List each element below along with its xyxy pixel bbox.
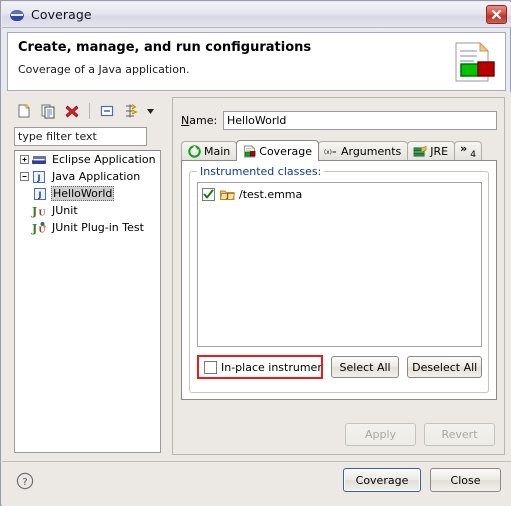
revert-label: Revert bbox=[441, 428, 478, 441]
coverage-doc-icon bbox=[242, 144, 256, 158]
tree-toolbar bbox=[14, 98, 162, 124]
svg-text:J: J bbox=[38, 190, 42, 199]
revert-button[interactable]: Revert bbox=[424, 423, 495, 446]
name-row: Name: bbox=[181, 110, 497, 130]
tree-item-eclipse-application[interactable]: Eclipse Application bbox=[15, 151, 160, 168]
svg-text:?: ? bbox=[22, 477, 27, 488]
tree-item-label: HelloWorld bbox=[51, 186, 115, 201]
tab-overflow-more[interactable]: » 4 bbox=[454, 141, 482, 161]
configurations-tree-panel: Eclipse Application J bbox=[8, 97, 164, 455]
deselect-all-button[interactable]: Deselect All bbox=[407, 356, 482, 378]
tab-main[interactable]: Main bbox=[181, 141, 238, 161]
arguments-xequals-icon: (x)= bbox=[324, 145, 338, 159]
window-title: Coverage bbox=[31, 7, 92, 22]
dialog-body: Eclipse Application J bbox=[2, 92, 511, 506]
configuration-editor-panel: Name: Main bbox=[172, 97, 505, 455]
delete-red-x-icon[interactable] bbox=[62, 101, 82, 121]
coverage-actions-row: In-place instrumentati Select All Desele… bbox=[197, 354, 482, 380]
svg-text:J: J bbox=[31, 205, 37, 218]
page-subtitle: Coverage of a Java application. bbox=[18, 63, 190, 76]
tree-item-label: Eclipse Application bbox=[52, 153, 156, 166]
configurations-tree[interactable]: Eclipse Application J Java Application J… bbox=[14, 150, 161, 453]
select-all-button[interactable]: Select All bbox=[330, 356, 400, 378]
page-title: Create, manage, and run configurations bbox=[18, 40, 312, 55]
expand-plus-icon[interactable] bbox=[18, 151, 31, 168]
tab-label: JRE bbox=[430, 145, 449, 158]
new-document-icon[interactable] bbox=[14, 101, 34, 121]
java-package-folder-icon: J bbox=[219, 186, 235, 202]
footer-buttons: Coverage Close bbox=[343, 468, 501, 492]
tree-item-junit[interactable]: J U JUnit bbox=[15, 202, 160, 219]
svg-text:J: J bbox=[225, 192, 229, 200]
coverage-button[interactable]: Coverage bbox=[343, 468, 421, 492]
tab-label: Coverage bbox=[259, 144, 312, 158]
eclipse-app-icon bbox=[31, 152, 47, 168]
checkbox-checked-icon[interactable] bbox=[202, 187, 215, 201]
main-green-arrow-icon bbox=[187, 145, 201, 159]
tab-arguments[interactable]: (x)= Arguments bbox=[317, 141, 409, 161]
title-bar: Coverage bbox=[2, 2, 511, 28]
tab-label: Arguments bbox=[340, 145, 402, 158]
instrumented-classes-list[interactable]: J /test.emma bbox=[197, 182, 482, 347]
overflow-count: 4 bbox=[470, 149, 476, 160]
tree-item-label: JUnit bbox=[52, 204, 78, 217]
tab-coverage[interactable]: Coverage bbox=[236, 140, 319, 161]
inplace-instrumentation-highlight: In-place instrumentati bbox=[197, 355, 323, 379]
tab-label: Main bbox=[204, 145, 231, 158]
close-icon[interactable] bbox=[486, 5, 507, 24]
tree-item-java-application[interactable]: J Java Application bbox=[15, 168, 160, 185]
svg-text:J: J bbox=[37, 173, 41, 182]
eclipse-icon bbox=[9, 7, 25, 23]
group-title: Instrumented classes: bbox=[197, 165, 325, 178]
coverage-dialog-window: Coverage Create, manage, and run configu… bbox=[0, 0, 511, 506]
close-button[interactable]: Close bbox=[430, 468, 501, 492]
apply-button[interactable]: Apply bbox=[345, 423, 416, 446]
tree-item-label: Java Application bbox=[52, 170, 141, 183]
list-item-label: /test.emma bbox=[239, 187, 303, 201]
tree-item-label: JUnit Plug-in Test bbox=[52, 221, 144, 234]
apply-label: Apply bbox=[364, 428, 397, 441]
name-label: Name: bbox=[181, 113, 218, 127]
coverage-report-icon bbox=[448, 39, 496, 85]
junit-icon: J U bbox=[31, 203, 47, 219]
chevron-down-icon[interactable] bbox=[145, 101, 156, 121]
instrumented-classes-group: Instrumented classes: J /test.emma In-pl… bbox=[189, 165, 489, 393]
double-chevron-icon: » bbox=[460, 142, 468, 155]
apply-revert-row: Apply Revert bbox=[345, 423, 495, 446]
dialog-header: Create, manage, and run configurations C… bbox=[7, 32, 506, 91]
configuration-name-input[interactable] bbox=[223, 110, 497, 130]
search-input[interactable] bbox=[14, 127, 147, 146]
java-app-icon: J bbox=[31, 169, 47, 185]
tree-item-junit-plugin-test[interactable]: J U JUnit Plug-in Test bbox=[15, 219, 160, 236]
coverage-tab-panel: Instrumented classes: J /test.emma In-pl… bbox=[181, 160, 497, 400]
tab-bar: Main Coverage (x)= Arguments JRE » 4 bbox=[181, 140, 497, 161]
tab-jre[interactable]: JRE bbox=[407, 141, 456, 161]
copy-icon[interactable] bbox=[38, 101, 58, 121]
tree-item-helloworld[interactable]: J HelloWorld bbox=[15, 185, 160, 202]
footer-divider bbox=[2, 461, 511, 462]
collapse-all-icon[interactable] bbox=[97, 101, 117, 121]
svg-text:J: J bbox=[31, 222, 37, 235]
java-launch-icon: J bbox=[32, 186, 48, 202]
jre-books-icon bbox=[413, 145, 427, 159]
junit-plugin-icon: J U bbox=[31, 220, 47, 236]
svg-text:(x)=: (x)= bbox=[324, 149, 337, 155]
svg-text:U: U bbox=[39, 207, 46, 217]
inplace-instrumentation-checkbox[interactable] bbox=[204, 360, 217, 374]
collapse-minus-icon[interactable] bbox=[18, 168, 31, 185]
help-question-icon[interactable]: ? bbox=[16, 472, 34, 490]
toolbar-divider bbox=[89, 103, 90, 119]
list-item[interactable]: J /test.emma bbox=[198, 183, 481, 203]
inplace-instrumentation-label: In-place instrumentati bbox=[221, 360, 323, 374]
filter-arrows-icon[interactable] bbox=[121, 101, 141, 121]
